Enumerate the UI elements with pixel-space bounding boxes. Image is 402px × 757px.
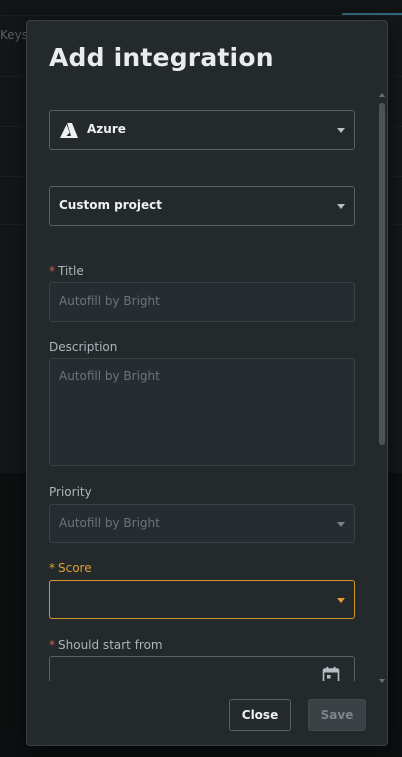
score-label-text: Score bbox=[58, 561, 92, 575]
add-integration-dialog: Add integration Azure Custom project * Ti… bbox=[26, 20, 388, 746]
dialog-scrollbar[interactable] bbox=[379, 93, 385, 683]
description-label: Description bbox=[49, 340, 118, 354]
start-date-label-text: Should start from bbox=[58, 638, 163, 652]
chevron-down-icon bbox=[337, 598, 345, 603]
title-placeholder: Autofill by Bright bbox=[59, 294, 160, 308]
dialog-form: Azure Custom project * Title Autofill by … bbox=[49, 109, 355, 681]
title-input[interactable]: Autofill by Bright bbox=[49, 282, 355, 322]
close-button[interactable]: Close bbox=[229, 699, 291, 731]
scroll-up-arrow-icon[interactable] bbox=[379, 93, 385, 97]
score-label: * Score bbox=[49, 561, 92, 575]
description-placeholder: Autofill by Bright bbox=[59, 369, 160, 383]
required-marker: * bbox=[49, 638, 55, 652]
priority-label: Priority bbox=[49, 485, 92, 499]
title-label-text: Title bbox=[58, 264, 84, 278]
required-marker: * bbox=[49, 264, 55, 278]
project-select-value: Custom project bbox=[59, 198, 163, 212]
integration-select-value: Azure bbox=[87, 122, 126, 136]
project-select[interactable]: Custom project bbox=[49, 186, 355, 226]
calendar-icon[interactable] bbox=[322, 666, 340, 681]
title-label: * Title bbox=[49, 264, 84, 278]
scroll-down-arrow-icon[interactable] bbox=[379, 679, 385, 683]
scrollbar-thumb[interactable] bbox=[379, 103, 385, 445]
chevron-down-icon bbox=[337, 522, 345, 527]
start-date-label: * Should start from bbox=[49, 638, 163, 652]
score-select[interactable] bbox=[49, 580, 355, 619]
chevron-down-icon bbox=[337, 128, 345, 133]
description-textarea[interactable]: Autofill by Bright bbox=[49, 358, 355, 466]
integration-select[interactable]: Azure bbox=[49, 110, 355, 150]
required-marker: * bbox=[49, 561, 55, 575]
dialog-title: Add integration bbox=[49, 43, 274, 72]
azure-logo-icon bbox=[60, 123, 78, 138]
start-date-input[interactable] bbox=[49, 656, 355, 681]
chevron-down-icon bbox=[337, 204, 345, 209]
priority-placeholder: Autofill by Bright bbox=[59, 516, 160, 530]
save-button[interactable]: Save bbox=[308, 699, 366, 731]
priority-select[interactable]: Autofill by Bright bbox=[49, 504, 355, 543]
